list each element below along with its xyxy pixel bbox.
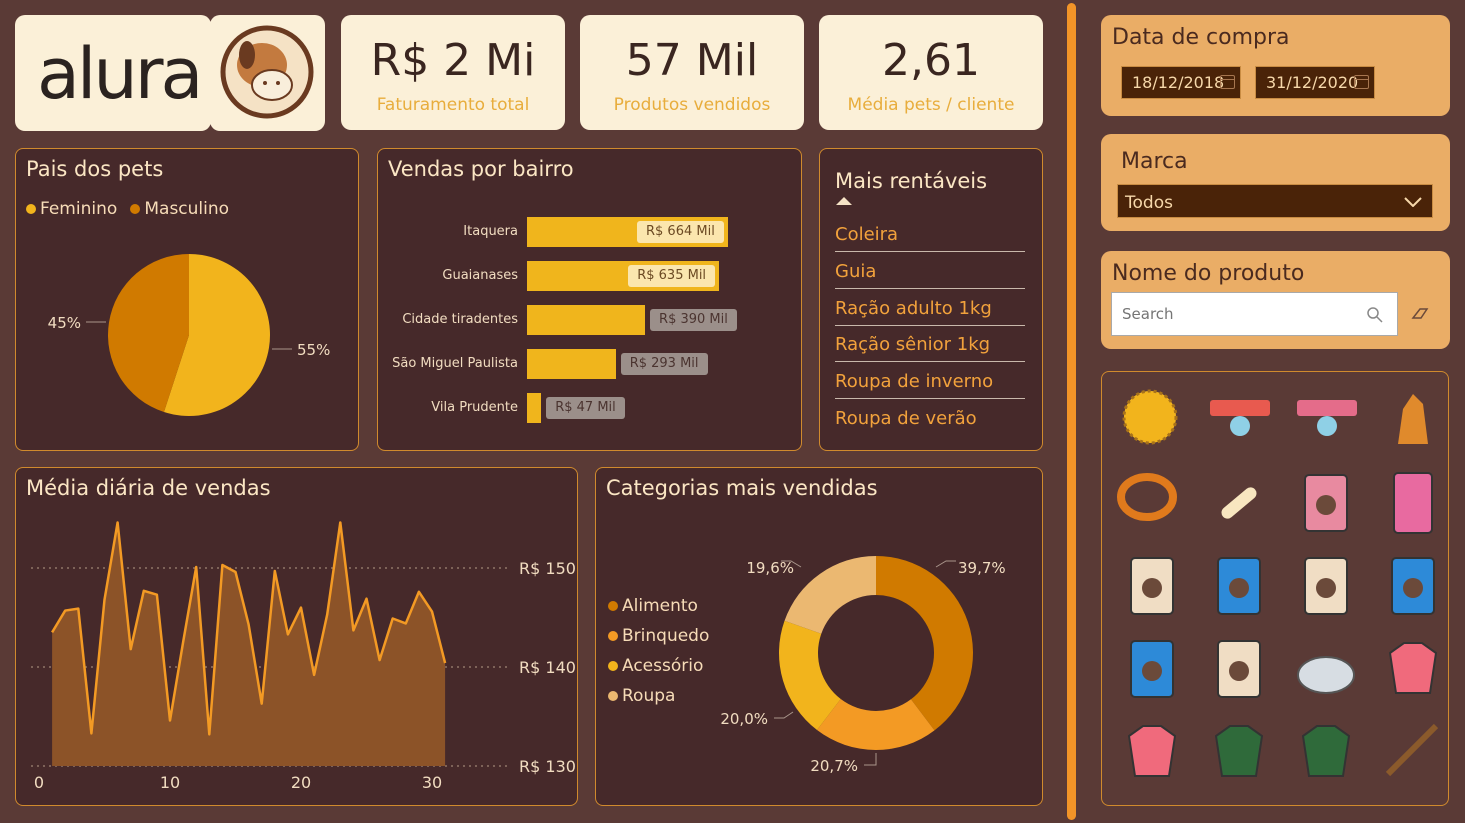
- data-label: 45%: [48, 314, 81, 332]
- dog-cat-logo-icon: [220, 25, 314, 119]
- donut-chart: 39,7% 19,6% 20,0% 20,7%: [720, 556, 1006, 775]
- rent-item[interactable]: Roupa de inverno: [835, 371, 1025, 399]
- bar-category-label: São Miguel Paulista: [392, 356, 518, 371]
- mais-rentaveis-panel: Mais rentáveis Coleira Guia Ração adulto…: [819, 148, 1043, 451]
- marca-dropdown[interactable]: Todos: [1117, 184, 1433, 218]
- data-label: 55%: [297, 341, 330, 359]
- y-tick-label: R$ 130: [519, 757, 576, 776]
- marca-slicer: Marca Todos: [1101, 134, 1450, 231]
- chevron-down-icon[interactable]: [1404, 197, 1422, 207]
- rent-item[interactable]: Guia: [835, 261, 1025, 289]
- bar[interactable]: [527, 305, 646, 335]
- eraser-icon[interactable]: [1411, 306, 1429, 320]
- y-tick-label: R$ 140: [519, 658, 576, 677]
- leash-icon[interactable]: [1378, 716, 1448, 786]
- food-bag-icon[interactable]: [1117, 550, 1187, 620]
- sort-ascending-icon[interactable]: [836, 196, 852, 206]
- logo-card: alura: [15, 15, 211, 131]
- bar-category-label: Vila Prudente: [431, 400, 518, 415]
- collar-red-icon[interactable]: [1204, 384, 1274, 454]
- mouse-toy-icon[interactable]: [1291, 633, 1361, 703]
- dog-food-bag-icon[interactable]: [1204, 550, 1274, 620]
- food-bag-icon[interactable]: [1204, 633, 1274, 703]
- kpi-value: 2,61: [882, 35, 980, 86]
- start-date-input[interactable]: 18/12/2018: [1121, 66, 1241, 99]
- bar-value-label: R$ 390 Mil: [650, 309, 737, 331]
- data-label: 20,7%: [810, 757, 858, 775]
- dog-toy-icon[interactable]: [1378, 384, 1448, 454]
- rent-item[interactable]: Coleira: [835, 224, 1025, 252]
- panel-title: Vendas por bairro: [388, 157, 574, 181]
- data-label: 39,7%: [958, 559, 1006, 577]
- kpi-label: Média pets / cliente: [847, 95, 1015, 115]
- kpi-value: 57 Mil: [625, 35, 759, 86]
- start-date-value: 18/12/2018: [1132, 73, 1225, 92]
- end-date-value: 31/12/2020: [1266, 73, 1359, 92]
- pink-coat-icon[interactable]: [1378, 633, 1448, 703]
- collar-leash-icon[interactable]: [1117, 467, 1187, 537]
- calendar-icon[interactable]: [1354, 75, 1369, 89]
- rent-item[interactable]: Ração sênior 1kg: [835, 334, 1025, 362]
- bar[interactable]: [527, 393, 542, 423]
- dropdown-value: Todos: [1125, 193, 1173, 213]
- bar-category-label: Itaquera: [463, 224, 518, 239]
- data-compra-slicer: Data de compra 18/12/2018 31/12/2020: [1101, 15, 1450, 116]
- slicer-title: Data de compra: [1112, 25, 1290, 50]
- area-chart: R$ 150 R$ 140 R$ 130 0 10 20 30: [31, 521, 576, 792]
- pink-coat-icon[interactable]: [1117, 716, 1187, 786]
- search-input[interactable]: [1122, 305, 1352, 323]
- pais-pets-panel: Pais dos pets Feminino Masculino 45% 55%: [15, 148, 359, 451]
- x-tick-label: 30: [422, 773, 442, 792]
- slicer-title: Marca: [1121, 149, 1188, 174]
- y-tick-label: R$ 150: [519, 559, 576, 578]
- food-bag-icon[interactable]: [1291, 550, 1361, 620]
- rent-item[interactable]: Roupa de verão: [835, 408, 1025, 435]
- product-grid: [1101, 371, 1449, 806]
- pet-logo-card: [210, 15, 325, 131]
- green-coat-icon[interactable]: [1204, 716, 1274, 786]
- treat-bag-icon[interactable]: [1291, 467, 1361, 537]
- kpi-label: Produtos vendidos: [613, 95, 771, 115]
- kpi-value: R$ 2 Mi: [370, 35, 536, 86]
- search-icon[interactable]: [1367, 307, 1383, 323]
- collar-pink-icon[interactable]: [1291, 384, 1361, 454]
- kpi-produtos: 57 Mil Produtos vendidos: [580, 15, 804, 130]
- data-label: 19,6%: [746, 559, 794, 577]
- slicer-title: Nome do produto: [1112, 261, 1305, 286]
- produto-slicer: Nome do produto: [1101, 251, 1450, 349]
- panel-title: Mais rentáveis: [835, 169, 988, 193]
- bar-value-label: R$ 293 Mil: [620, 353, 708, 375]
- alura-logo: alura: [37, 33, 203, 115]
- scrollbar[interactable]: [1067, 3, 1076, 820]
- x-tick-label: 20: [291, 773, 311, 792]
- dog-food-bag-icon[interactable]: [1378, 550, 1448, 620]
- ball-icon[interactable]: [1117, 384, 1187, 454]
- data-label: 20,0%: [720, 710, 768, 728]
- pie-chart: 45% 55%: [48, 254, 330, 416]
- media-diaria-panel: Média diária de vendas R$ 150 R$ 140 R$ 13…: [15, 467, 578, 806]
- bar[interactable]: [527, 349, 616, 379]
- kpi-label: Faturamento total: [376, 95, 530, 115]
- end-date-input[interactable]: 31/12/2020: [1255, 66, 1375, 99]
- categorias-panel: Categorias mais vendidas Alimento Brinqu…: [595, 467, 1043, 806]
- bar-value-label: R$ 47 Mil: [546, 397, 625, 419]
- donut-slice[interactable]: [876, 556, 973, 731]
- bar-category-label: Cidade tiradentes: [402, 312, 518, 327]
- search-box[interactable]: [1111, 292, 1398, 336]
- kpi-media-pets: 2,61 Média pets / cliente: [819, 15, 1043, 130]
- x-tick-label: 10: [160, 773, 180, 792]
- kpi-faturamento: R$ 2 Mi Faturamento total: [341, 15, 565, 130]
- green-coat-icon[interactable]: [1291, 716, 1361, 786]
- bar-value-label: R$ 635 Mil: [628, 265, 716, 287]
- x-tick-label: 0: [34, 773, 44, 792]
- bar-value-label: R$ 664 Mil: [637, 221, 724, 243]
- cat-food-can-icon[interactable]: [1378, 467, 1448, 537]
- calendar-icon[interactable]: [1220, 75, 1235, 89]
- bar-category-label: Guaianases: [442, 268, 518, 283]
- rent-item[interactable]: Ração adulto 1kg: [835, 298, 1025, 326]
- bone-icon[interactable]: [1204, 467, 1274, 537]
- cat-food-bag-icon[interactable]: [1117, 633, 1187, 703]
- vendas-bairro-panel: Vendas por bairro Itaquera R$ 664 Mil Guai…: [377, 148, 802, 451]
- donut-slice[interactable]: [784, 556, 876, 634]
